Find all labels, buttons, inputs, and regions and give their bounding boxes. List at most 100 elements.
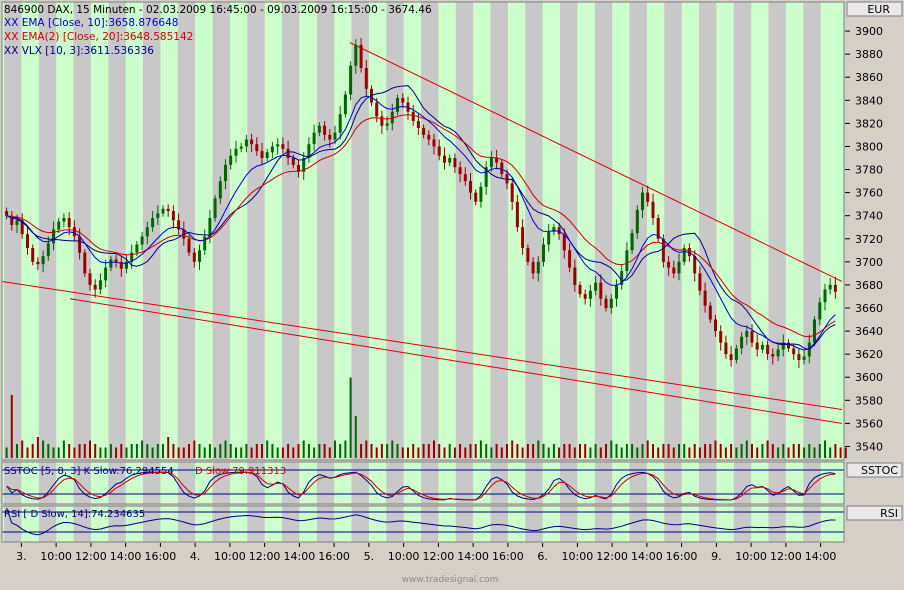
x-tick-label: 16:00: [318, 550, 350, 563]
candle-body: [610, 299, 613, 308]
volume-bar: [183, 448, 185, 459]
sstoc-legend-d: D Slow:79.911313: [195, 466, 286, 477]
time-stripe: [352, 506, 369, 542]
time-stripe: [213, 2, 230, 460]
candle-body: [167, 209, 170, 211]
volume-bar: [99, 448, 101, 459]
volume-bar: [798, 444, 800, 458]
time-stripe: [699, 506, 716, 542]
volume-bar: [605, 444, 607, 458]
time-stripe: [421, 2, 438, 460]
volume-bar: [433, 441, 435, 459]
currency-label: EUR: [867, 3, 890, 16]
x-tick-label: 12:00: [770, 550, 802, 563]
sstoc-panel[interactable]: SSTOC [5, 8, 3] K Slow:76.294554 D Slow:…: [2, 462, 902, 504]
candle-body: [354, 45, 357, 66]
volume-bar: [444, 448, 446, 459]
volume-bar: [730, 444, 732, 458]
volume-bar: [704, 444, 706, 458]
candle-body: [751, 331, 754, 343]
time-stripe: [491, 506, 508, 542]
candle-body: [730, 354, 733, 360]
candle-body: [568, 250, 571, 267]
volume-bar: [715, 441, 717, 459]
chart-header: 846900 DAX, 15 Minuten - 02.03.2009 16:4…: [4, 4, 432, 16]
candle-body: [824, 290, 827, 303]
price-axis[interactable]: EUR 390038803860384038203800378037603740…: [845, 0, 904, 460]
volume-bar: [318, 444, 320, 458]
volume-bar: [548, 448, 550, 459]
volume-bar: [303, 441, 305, 459]
candle-body: [537, 262, 540, 274]
time-stripe: [491, 2, 508, 460]
candle-body: [636, 210, 639, 233]
volume-bar: [522, 448, 524, 459]
volume-bar: [761, 444, 763, 458]
y-tick-label: 3580: [855, 394, 883, 407]
candle-body: [511, 183, 514, 202]
candle-body: [276, 144, 279, 146]
volume-bar: [344, 441, 346, 459]
volume-bar: [58, 448, 60, 459]
candle-body: [151, 218, 154, 227]
volume-bar: [73, 448, 75, 459]
volume-bar: [438, 444, 440, 458]
volume-bar: [574, 448, 576, 459]
legend-ema10[interactable]: XX EMA [Close, 10]:3658.876648: [4, 17, 178, 29]
x-tick-label: 10:00: [40, 550, 72, 563]
price-panel[interactable]: [2, 2, 847, 460]
volume-bar: [204, 448, 206, 459]
volume-bar: [21, 441, 23, 459]
volume-bar: [569, 444, 571, 458]
time-stripe: [769, 506, 786, 542]
rsi-legend: RSI [ D Slow, 14]:74.234635: [4, 509, 145, 520]
volume-bar: [324, 444, 326, 458]
candle-body: [235, 149, 238, 156]
time-stripe: [525, 506, 542, 542]
candle-body: [78, 237, 81, 253]
volume-bar: [11, 395, 13, 458]
candle-body: [813, 320, 816, 343]
y-tick-label: 3620: [855, 348, 883, 361]
chart-canvas[interactable]: 846900 DAX, 15 Minuten - 02.03.2009 16:4…: [0, 0, 904, 586]
rsi-panel[interactable]: RSI [ D Slow, 14]:74.234635 RSI: [2, 506, 902, 542]
volume-bar: [141, 441, 143, 459]
candle-body: [641, 193, 644, 210]
rsi-label: RSI: [880, 507, 898, 520]
volume-bar: [89, 441, 91, 459]
legend-ema20[interactable]: XX EMA(2) [Close, 20]:3648.585142: [4, 31, 193, 43]
candle-body: [318, 126, 321, 133]
volume-bar: [339, 444, 341, 458]
volume-bar: [120, 444, 122, 458]
volume-bar: [840, 448, 842, 459]
volume-bar: [579, 444, 581, 458]
candle-body: [412, 112, 415, 121]
volume-bar: [496, 444, 498, 458]
candle-body: [193, 253, 196, 262]
volume-bar: [110, 444, 112, 458]
candle-body: [787, 343, 790, 349]
candle-body: [401, 98, 404, 103]
candle-body: [818, 302, 821, 319]
candle-body: [360, 45, 363, 68]
time-stripe: [560, 462, 577, 504]
volume-bar: [662, 444, 664, 458]
candle-body: [31, 248, 34, 262]
volume-bar: [136, 444, 138, 458]
y-tick-label: 3560: [855, 417, 883, 430]
volume-bar: [235, 448, 237, 459]
volume-bar: [475, 444, 477, 458]
volume-bar: [334, 441, 336, 459]
volume-bar: [146, 444, 148, 458]
candle-body: [756, 343, 759, 350]
volume-bar: [449, 444, 451, 458]
volume-bar: [308, 444, 310, 458]
x-tick-label: 12:00: [423, 550, 455, 563]
candle-body: [224, 165, 227, 181]
volume-bar: [371, 444, 373, 458]
volume-bar: [683, 444, 685, 458]
candle-body: [766, 345, 769, 354]
candle-body: [427, 135, 430, 140]
legend-vlx[interactable]: XX VLX [10, 3]:3611.536336: [4, 45, 154, 57]
candle-body: [834, 285, 837, 292]
